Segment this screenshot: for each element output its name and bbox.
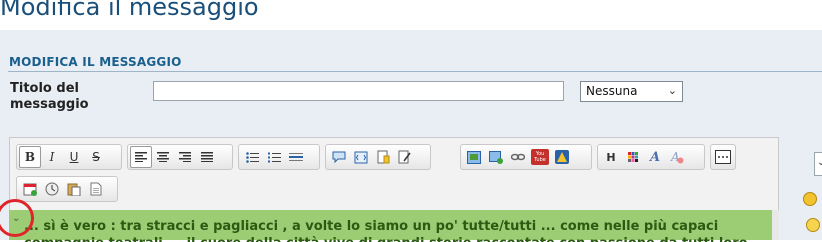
youtube-button[interactable]: You Tube (529, 146, 551, 168)
color-button[interactable] (622, 146, 644, 168)
quote-button[interactable] (328, 146, 350, 168)
image-add-icon (489, 150, 503, 164)
toolbar-group-insert (16, 176, 118, 202)
calendar-button[interactable] (19, 178, 41, 200)
numbered-list-icon (267, 152, 281, 162)
insert-image-upload-button[interactable] (485, 146, 507, 168)
justify-button[interactable] (196, 146, 218, 168)
chevron-down-icon: ⌄ (667, 84, 677, 97)
smilies-toggle-button[interactable]: ⌄ (814, 152, 822, 176)
bullet-list-icon (245, 151, 259, 163)
align-center-icon (157, 152, 169, 162)
insert-image-button[interactable] (463, 146, 485, 168)
underline-icon: U (69, 150, 79, 164)
toolbar-group-media: You Tube (460, 144, 592, 170)
title-label: Titolo del messaggio (10, 81, 89, 112)
paste-text-button[interactable] (85, 178, 107, 200)
code-button[interactable] (350, 146, 372, 168)
toolbar-group-more (710, 144, 736, 170)
toolbar-group-text-style: B I U S (16, 144, 122, 170)
section-header: MODIFICA IL MESSAGGIO (9, 55, 182, 69)
align-right-icon (179, 152, 191, 162)
justify-icon (201, 152, 213, 162)
smiley-icon[interactable] (803, 192, 817, 206)
prefix-select-value: Nessuna (586, 84, 638, 98)
font-icon: A (649, 149, 661, 165)
font-button[interactable]: A (644, 146, 666, 168)
horizontal-rule-button[interactable] (285, 146, 307, 168)
youtube-icon: You Tube (531, 149, 549, 165)
remove-format-icon: A (670, 150, 684, 164)
align-left-icon (135, 152, 147, 162)
smiley-icon[interactable] (806, 218, 820, 232)
italic-button[interactable]: I (41, 146, 63, 168)
toolbar-group-blocks (325, 144, 431, 170)
align-left-button[interactable] (130, 146, 152, 168)
heading-icon: H (606, 150, 616, 164)
remove-format-button[interactable]: A (666, 146, 688, 168)
ordered-list-button[interactable] (263, 146, 285, 168)
paste-button[interactable] (63, 178, 85, 200)
edit-block-button[interactable] (394, 146, 416, 168)
pencil-page-icon (398, 150, 411, 164)
warning-icon (555, 150, 569, 164)
strikethrough-icon: S (92, 150, 100, 164)
image-icon (467, 150, 481, 164)
page-icon (90, 182, 102, 196)
more-icon (715, 150, 731, 164)
strikethrough-button[interactable]: S (85, 146, 107, 168)
editor-text-line: ... sì è vero : tra stracci e pagliacci … (24, 219, 719, 234)
editor-text-line: compagnie teatrali ... il cuore della ci… (24, 236, 764, 242)
italic-icon: I (49, 150, 55, 164)
bold-button[interactable]: B (19, 146, 41, 168)
warning-button[interactable] (551, 146, 573, 168)
clock-icon (45, 182, 59, 196)
calendar-icon (23, 183, 37, 196)
toolbar-group-align (127, 144, 233, 170)
code-icon (354, 151, 368, 163)
link-icon (511, 153, 525, 161)
align-center-button[interactable] (152, 146, 174, 168)
more-button[interactable] (713, 146, 733, 168)
spoiler-button[interactable] (372, 146, 394, 168)
note-icon (377, 150, 390, 164)
align-right-button[interactable] (174, 146, 196, 168)
editor-scrollbar[interactable] (772, 210, 779, 240)
underline-button[interactable]: U (63, 146, 85, 168)
bold-icon: B (24, 150, 36, 164)
clock-button[interactable] (41, 178, 63, 200)
title-input[interactable] (153, 81, 564, 101)
unordered-list-button[interactable] (241, 146, 263, 168)
toolbar-group-lists (238, 144, 320, 170)
prefix-select[interactable]: Nessuna ⌄ (580, 81, 683, 102)
toolbar-group-format: H A A (597, 144, 705, 170)
clipboard-icon (67, 183, 81, 196)
section-divider (8, 71, 822, 72)
horizontal-rule-icon (289, 153, 303, 161)
color-grid-icon (628, 152, 638, 162)
page-title: Modifica il messaggio (0, 0, 259, 21)
speech-bubble-icon (332, 151, 346, 163)
insert-link-button[interactable] (507, 146, 529, 168)
heading-button[interactable]: H (600, 146, 622, 168)
